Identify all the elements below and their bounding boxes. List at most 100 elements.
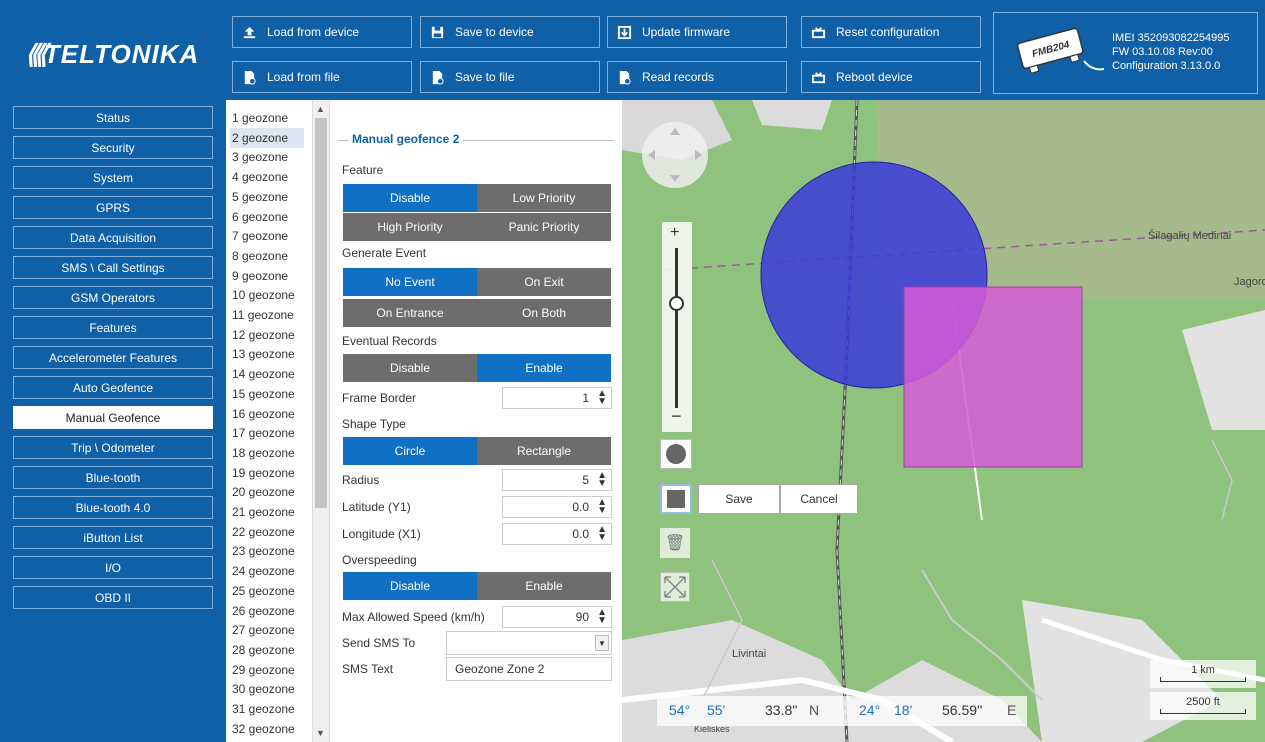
longitude-spinner[interactable]: 0.0 ▲ ▼	[502, 523, 612, 545]
geozone-list-item[interactable]: 23 geozone	[232, 541, 295, 561]
shape-rectangle-button[interactable]: Rectangle	[477, 437, 611, 465]
overspeed-disable-button[interactable]: Disable	[343, 572, 477, 600]
draw-rectangle-tool[interactable]	[660, 484, 692, 514]
spinner-arrows-icon[interactable]: ▲ ▼	[597, 498, 607, 516]
sidebar-item-manual-geofence[interactable]: Manual Geofence	[13, 406, 213, 429]
reset-configuration-button[interactable]: Reset configuration	[801, 16, 981, 48]
sidebar-item-sms-call-settings[interactable]: SMS \ Call Settings	[13, 256, 213, 279]
geozone-list-item[interactable]: 30 geozone	[232, 679, 295, 699]
sms-text-input[interactable]: Geozone Zone 2	[446, 657, 612, 681]
event-on-entrance-button[interactable]: On Entrance	[343, 299, 477, 327]
geozone-list-item[interactable]: 2 geozone	[230, 127, 304, 148]
sidebar-item-ibutton-list[interactable]: iButton List	[13, 526, 213, 549]
radius-spinner[interactable]: 5 ▲ ▼	[502, 469, 612, 491]
zoom-out-icon[interactable]: −	[671, 406, 682, 427]
sidebar-item-features[interactable]: Features	[13, 316, 213, 339]
draw-circle-tool[interactable]	[660, 439, 692, 469]
spinner-arrows-icon[interactable]: ▲ ▼	[597, 608, 607, 626]
geozone-list-item[interactable]: 7 geozone	[232, 226, 288, 246]
save-to-device-button[interactable]: Save to device	[420, 16, 600, 48]
geozone-list-item[interactable]: 25 geozone	[232, 581, 295, 601]
event-on-both-button[interactable]: On Both	[477, 299, 611, 327]
geozone-list-item[interactable]: 22 geozone	[232, 522, 295, 542]
spinner-arrows-icon[interactable]: ▲ ▼	[597, 471, 607, 489]
scroll-up-icon[interactable]: ▲	[316, 104, 325, 114]
zoom-in-icon[interactable]: +	[670, 224, 679, 242]
geozone-list-item[interactable]: 6 geozone	[232, 207, 288, 227]
geozone-list-item[interactable]: 10 geozone	[232, 285, 295, 305]
map-cancel-button[interactable]: Cancel	[780, 484, 858, 514]
sidebar-item-auto-geofence[interactable]: Auto Geofence	[13, 376, 213, 399]
sidebar-item-accelerometer-features[interactable]: Accelerometer Features	[13, 346, 213, 369]
trash-icon[interactable]: 🗑	[660, 528, 690, 558]
geofence-rectangle[interactable]	[903, 286, 1083, 468]
sidebar-item-trip-odometer[interactable]: Trip \ Odometer	[13, 436, 213, 459]
geozone-list-item[interactable]: 19 geozone	[232, 463, 295, 483]
pan-control[interactable]	[640, 120, 710, 190]
load-from-device-button[interactable]: Load from device	[232, 16, 412, 48]
records-enable-button[interactable]: Enable	[477, 354, 611, 382]
geozone-list-item[interactable]: 15 geozone	[232, 384, 295, 404]
geozone-list-item[interactable]: 14 geozone	[232, 364, 295, 384]
records-disable-button[interactable]: Disable	[343, 354, 477, 382]
event-no-event-button[interactable]: No Event	[343, 268, 477, 296]
spinner-arrows-icon[interactable]: ▲ ▼	[597, 389, 607, 407]
sidebar-item-system[interactable]: System	[13, 166, 213, 189]
scroll-down-icon[interactable]: ▼	[316, 728, 325, 738]
geozone-list-scrollbar[interactable]: ▲ ▼	[312, 100, 329, 742]
max-speed-spinner[interactable]: 90 ▲ ▼	[502, 606, 612, 628]
feature-panic-priority-button[interactable]: Panic Priority	[477, 213, 611, 241]
sidebar-item-data-acquisition[interactable]: Data Acquisition	[13, 226, 213, 249]
geozone-list-item[interactable]: 18 geozone	[232, 443, 295, 463]
update-firmware-button[interactable]: Update firmware	[607, 16, 787, 48]
geozone-list-item[interactable]: 8 geozone	[232, 246, 288, 266]
geozone-list-item[interactable]: 5 geozone	[232, 187, 288, 207]
sidebar-item-security[interactable]: Security	[13, 136, 213, 159]
geozone-list-item[interactable]: 4 geozone	[232, 167, 288, 187]
overspeed-enable-button[interactable]: Enable	[477, 572, 611, 600]
zoom-handle[interactable]	[669, 296, 684, 311]
sidebar-item-i-o[interactable]: I/O	[13, 556, 213, 579]
geozone-list-item[interactable]: 12 geozone	[232, 325, 295, 345]
geozone-list-item[interactable]: 16 geozone	[232, 404, 295, 424]
feature-disable-button[interactable]: Disable	[343, 184, 477, 212]
feature-low-priority-button[interactable]: Low Priority	[477, 184, 611, 212]
feature-high-priority-button[interactable]: High Priority	[343, 213, 477, 241]
geozone-list-item[interactable]: 20 geozone	[232, 482, 295, 502]
sidebar-item-blue-tooth[interactable]: Blue-tooth	[13, 466, 213, 489]
sidebar-item-obd-ii[interactable]: OBD II	[13, 586, 213, 609]
geozone-list-item[interactable]: 13 geozone	[232, 344, 295, 364]
geozone-list-item[interactable]: 27 geozone	[232, 620, 295, 640]
zoom-slider[interactable]: + −	[662, 222, 692, 432]
geozone-list-item[interactable]: 29 geozone	[232, 660, 295, 680]
save-to-file-button[interactable]: Save to file	[420, 61, 600, 93]
geozone-list-item[interactable]: 26 geozone	[232, 601, 295, 621]
map-save-button[interactable]: Save	[698, 484, 780, 514]
geozone-list-item[interactable]: 24 geozone	[232, 561, 295, 581]
spinner-arrows-icon[interactable]: ▲ ▼	[597, 525, 607, 543]
chevron-down-icon[interactable]: ▼	[595, 635, 609, 651]
geozone-list-item[interactable]: 1 geozone	[232, 108, 288, 128]
load-from-file-button[interactable]: Load from file	[232, 61, 412, 93]
frame-border-spinner[interactable]: 1 ▲ ▼	[502, 387, 612, 409]
geozone-list-item[interactable]: 11 geozone	[232, 305, 294, 325]
map-view[interactable]: Šilagalių Medinai Jagoro Livintai Kielis…	[622, 100, 1265, 742]
send-sms-select[interactable]: ▼	[446, 631, 612, 655]
sidebar-item-gsm-operators[interactable]: GSM Operators	[13, 286, 213, 309]
geozone-list-item[interactable]: 21 geozone	[232, 502, 295, 522]
sidebar-item-status[interactable]: Status	[13, 106, 213, 129]
shape-circle-button[interactable]: Circle	[343, 437, 477, 465]
geozone-list-item[interactable]: 28 geozone	[232, 640, 295, 660]
latitude-spinner[interactable]: 0.0 ▲ ▼	[502, 496, 612, 518]
read-records-button[interactable]: Read records	[607, 61, 787, 93]
reboot-device-button[interactable]: Reboot device	[801, 61, 981, 93]
sidebar-item-blue-tooth-4-0[interactable]: Blue-tooth 4.0	[13, 496, 213, 519]
geozone-list-item[interactable]: 3 geozone	[232, 147, 288, 167]
fit-bounds-icon[interactable]	[660, 572, 690, 602]
geozone-list-item[interactable]: 9 geozone	[232, 266, 288, 286]
event-on-exit-button[interactable]: On Exit	[477, 268, 611, 296]
geozone-list-item[interactable]: 31 geozone	[232, 699, 295, 719]
scrollbar-thumb[interactable]	[315, 118, 327, 508]
sidebar-item-gprs[interactable]: GPRS	[13, 196, 213, 219]
geozone-list-item[interactable]: 32 geozone	[232, 719, 295, 739]
